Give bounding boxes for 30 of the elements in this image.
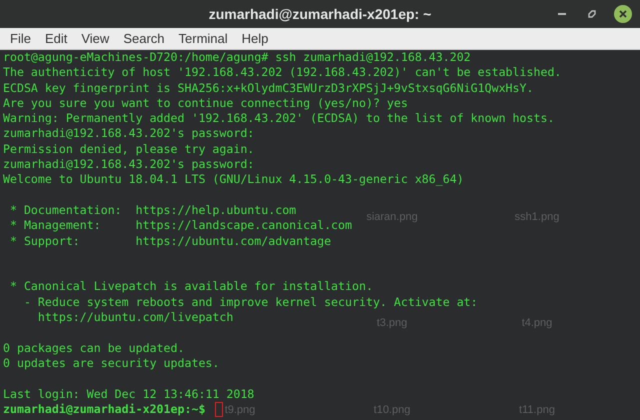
terminal-line: zumarhadi@192.168.43.202's password: <box>3 126 254 142</box>
maximize-icon <box>588 10 596 18</box>
terminal-line: Welcome to Ubuntu 18.04.1 LTS (GNU/Linux 4.15.0-43-generic x86_64) <box>3 172 464 188</box>
shell-prompt: zumarhadi@zumarhadi-x201ep:~$ <box>3 402 206 418</box>
terminal-line: * Support: https://ubuntu.com/advantage <box>8 234 332 249</box>
menu-item[interactable]: Search <box>116 28 172 48</box>
terminal-line: Warning: Permanently added '192.168.43.202' (ECDSA) to the list of known hosts. <box>3 111 554 126</box>
terminal-line: root@agung-eMachines-D720:/home/agung# ssh zumarhadi@192.168.43.202 <box>3 50 471 66</box>
close-icon <box>619 10 627 18</box>
terminal-line: The authenticity of host '192.168.43.202 (192.168.43.202)' can't be established. <box>3 65 562 81</box>
terminal-line: ECDSA key fingerprint is SHA256:x+kOlydmC3EWUrzD3rXPSjJ+9vStxsqG6NiG1QwxHsY. <box>3 80 534 96</box>
terminal-line: Last login: Wed Dec 12 13:46:11 2018 <box>3 386 254 402</box>
terminal-line: https://ubuntu.com/livepatch <box>36 310 234 326</box>
menu-item[interactable]: Terminal <box>172 28 235 48</box>
terminal-line: 0 updates are security updates. <box>3 356 220 372</box>
terminal-line: Permission denied, please try again. <box>3 142 254 158</box>
menu-item[interactable]: Help <box>234 28 276 48</box>
menu-item[interactable]: Edit <box>38 28 74 48</box>
terminal-line: zumarhadi@192.168.43.202's password: <box>3 157 254 172</box>
terminal-line: Are you sure you want to continue connecting (yes/no)? yes <box>3 96 408 112</box>
terminal-line: 0 packages can be updated. <box>3 340 184 356</box>
window-title: zumarhadi@zumarhadi-x201ep: ~ <box>208 4 432 24</box>
terminal-line: - Reduce system reboots and improve kernel security. Activate at: <box>22 294 478 310</box>
terminal-line: * Canonical Livepatch is available for installation. <box>8 279 373 295</box>
menu-item[interactable]: View <box>74 28 116 48</box>
close-button[interactable] <box>614 5 632 23</box>
terminal-line: * Documentation: https://help.ubuntu.com <box>8 202 296 218</box>
menu-item[interactable]: File <box>3 28 38 48</box>
minimize-icon <box>558 13 566 15</box>
terminal-line: * Management: https://landscape.canonical.com <box>8 218 352 234</box>
